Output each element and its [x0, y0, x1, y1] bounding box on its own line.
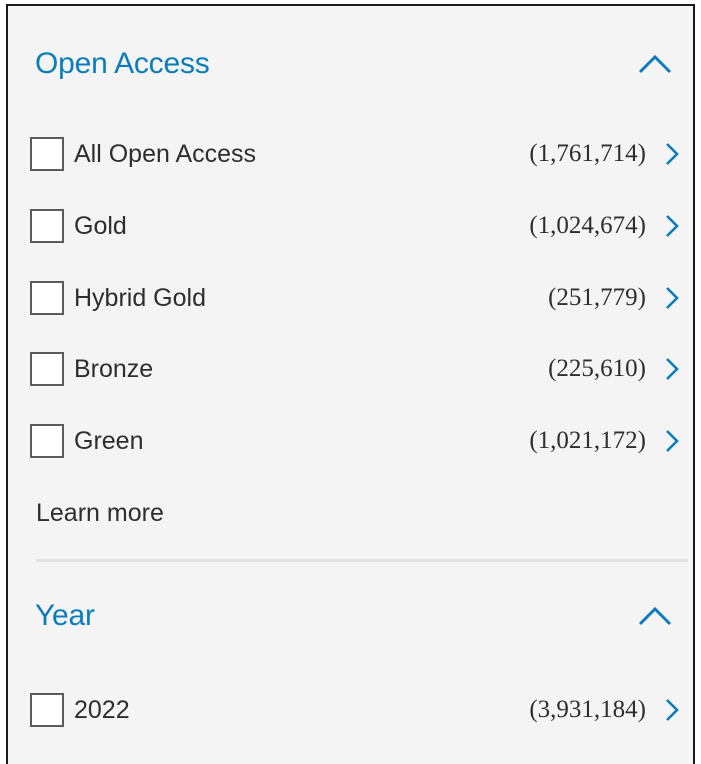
- chevron-right-icon[interactable]: [650, 139, 680, 169]
- filter-label: Green: [74, 426, 144, 455]
- year-section-header[interactable]: Year: [35, 590, 675, 642]
- checkbox-hybrid-gold[interactable]: [30, 281, 64, 315]
- filter-row-all-open-access[interactable]: All Open Access (1,761,714): [30, 133, 680, 175]
- chevron-right-icon[interactable]: [650, 211, 680, 241]
- learn-more-link[interactable]: Learn more: [36, 499, 164, 528]
- filter-label: Gold: [74, 211, 127, 240]
- checkbox-bronze[interactable]: [30, 352, 64, 386]
- chevron-right-icon[interactable]: [650, 695, 680, 725]
- chevron-up-icon[interactable]: [635, 49, 675, 79]
- chevron-right-icon[interactable]: [650, 283, 680, 313]
- checkbox-gold[interactable]: [30, 209, 64, 243]
- year-title: Year: [35, 599, 95, 632]
- filter-panel: Open Access All Open Access (1,761,714) …: [6, 4, 695, 764]
- chevron-right-icon[interactable]: [650, 354, 680, 384]
- filter-label: All Open Access: [74, 139, 257, 168]
- chevron-right-icon[interactable]: [650, 426, 680, 456]
- chevron-up-icon[interactable]: [635, 601, 675, 631]
- filter-label: Hybrid Gold: [74, 283, 206, 312]
- section-divider: [36, 559, 688, 562]
- open-access-section-header[interactable]: Open Access: [35, 38, 675, 90]
- filter-label: Bronze: [74, 354, 154, 383]
- filter-row-green[interactable]: Green (1,021,172): [30, 420, 680, 462]
- filter-label: 2022: [74, 695, 130, 724]
- filter-count: (225,610): [548, 355, 646, 382]
- filter-count: (251,779): [548, 284, 646, 311]
- checkbox-2022[interactable]: [30, 693, 64, 727]
- filter-count: (3,931,184): [529, 696, 646, 723]
- filter-row-gold[interactable]: Gold (1,024,674): [30, 205, 680, 247]
- filter-count: (1,021,172): [529, 427, 646, 454]
- filter-count: (1,024,674): [529, 212, 646, 239]
- filter-count: (1,761,714): [529, 140, 646, 167]
- open-access-title: Open Access: [35, 47, 210, 80]
- checkbox-all-open-access[interactable]: [30, 137, 64, 171]
- filter-row-2022[interactable]: 2022 (3,931,184): [30, 689, 680, 731]
- filter-row-bronze[interactable]: Bronze (225,610): [30, 348, 680, 390]
- filter-row-hybrid-gold[interactable]: Hybrid Gold (251,779): [30, 277, 680, 319]
- checkbox-green[interactable]: [30, 424, 64, 458]
